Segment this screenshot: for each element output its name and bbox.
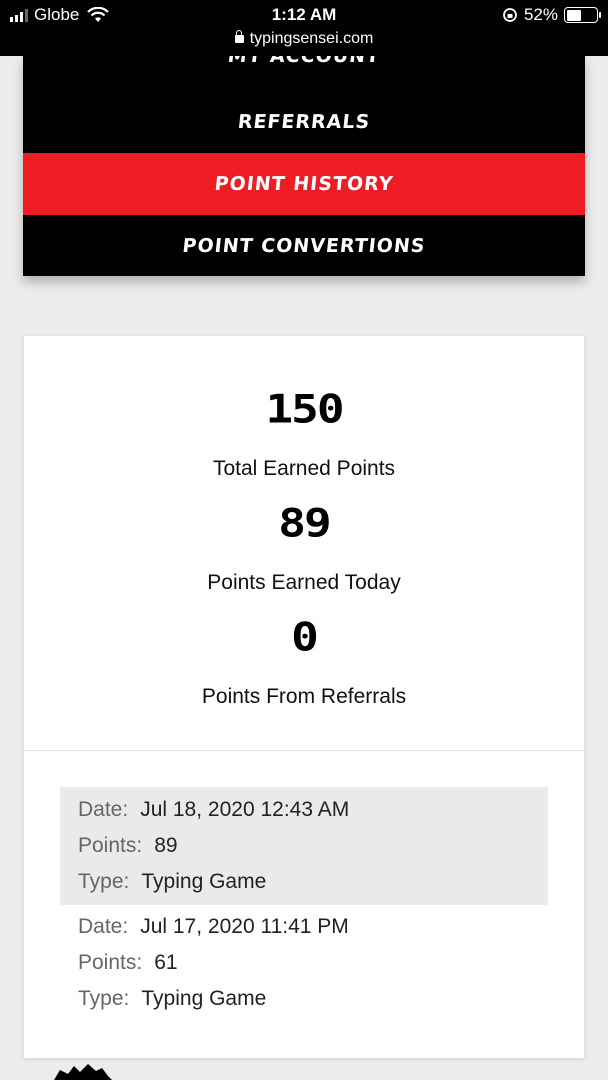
- referral-points-label: Points From Referrals: [201, 685, 407, 708]
- menu-item-point-history[interactable]: Point History: [23, 153, 585, 215]
- referral-points-value: 0: [291, 614, 319, 660]
- lock-icon: [234, 30, 244, 43]
- today-points-value: 89: [278, 500, 331, 546]
- battery-icon: [564, 7, 601, 23]
- account-menu: My Account Referrals Point History Point…: [23, 56, 585, 276]
- url-text: typingsensei.com: [249, 30, 374, 47]
- history-points: Points: 89: [78, 834, 178, 857]
- status-bar: Globe 1:12 AM 52% typingsensei.com: [0, 0, 608, 56]
- total-points-label: Total Earned Points: [212, 457, 396, 480]
- logo-icon: [54, 1064, 112, 1080]
- total-points-value: 150: [265, 386, 344, 432]
- history-date: Date: Jul 17, 2020 11:41 PM: [78, 915, 349, 938]
- menu-item-my-account[interactable]: My Account: [23, 56, 585, 87]
- orientation-lock-icon: [503, 8, 517, 22]
- menu-item-label: Point History: [213, 173, 395, 195]
- points-card: 150 Total Earned Points 89 Points Earned…: [24, 336, 584, 1058]
- history-entry: Date: Jul 17, 2020 11:41 PM Points: 61 Typ…: [60, 905, 548, 1023]
- menu-item-label: Point Convertions: [181, 235, 427, 257]
- divider: [24, 750, 584, 751]
- menu-item-referrals[interactable]: Referrals: [23, 91, 585, 153]
- menu-item-point-convertions[interactable]: Point Convertions: [23, 215, 585, 276]
- history-type: Type: Typing Game: [78, 870, 267, 893]
- history-type: Type: Typing Game: [78, 987, 267, 1010]
- history-date: Date: Jul 18, 2020 12:43 AM: [78, 798, 350, 821]
- history-points: Points: 61: [78, 951, 178, 974]
- battery-percent: 52%: [523, 5, 558, 24]
- menu-item-label: Referrals: [236, 111, 372, 133]
- address-bar[interactable]: typingsensei.com: [0, 30, 608, 48]
- menu-item-label: My Account: [226, 56, 382, 67]
- history-entry: Date: Jul 18, 2020 12:43 AM Points: 89 Typ…: [60, 787, 548, 905]
- battery-group: 52%: [502, 5, 601, 25]
- today-points-label: Points Earned Today: [207, 571, 401, 594]
